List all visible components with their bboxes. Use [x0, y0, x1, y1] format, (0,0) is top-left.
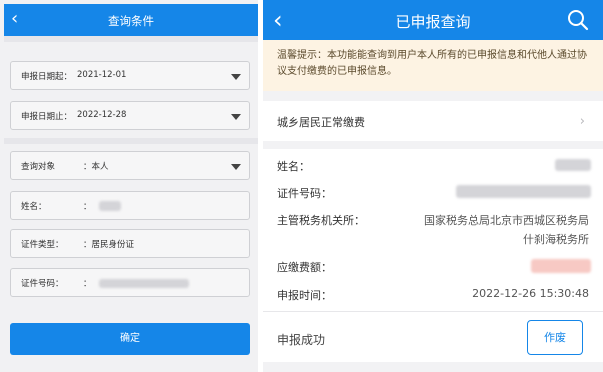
name-field[interactable]: 姓名： ： [10, 191, 250, 220]
redacted-name [555, 159, 591, 171]
dropdown-caret-icon [231, 114, 241, 120]
search-icon[interactable] [567, 9, 589, 31]
start-date-label: 申报日期起： [21, 72, 73, 82]
detail-time-label: 申报时间： [277, 289, 332, 302]
start-date-select[interactable]: 申报日期起： 2021-12-01 [10, 61, 250, 90]
query-target-label: 查询对象 [21, 162, 56, 172]
redacted-id-number [99, 279, 189, 288]
category-label: 城乡居民正常缴费 [277, 116, 365, 129]
id-number-label: 证件号码： [21, 279, 64, 289]
dropdown-caret-icon [231, 164, 241, 170]
start-date-value: 2021-12-01 [77, 70, 127, 80]
id-type-field: 证件类型： ：居民身份证 [10, 229, 250, 258]
id-type-value: ：居民身份证 [83, 240, 135, 250]
query-title: 查询条件 [108, 14, 154, 28]
confirm-button[interactable]: 确定 [10, 323, 250, 355]
end-date-select[interactable]: 申报日期止： 2022-12-28 [10, 101, 250, 130]
chevron-right-icon: › [579, 114, 585, 129]
detail-time-value: 2022-12-26 15:30:48 [472, 287, 589, 300]
name-colon: ： [83, 202, 92, 212]
detail-authority-label: 主管税务机关所： [277, 214, 365, 227]
header-divider [4, 36, 258, 42]
result-header: ‹ 已申报查询 [263, 0, 603, 40]
query-conditions-screen: ‹ 查询条件 申报日期起： 2021-12-01 申报日期止： 2022-12-… [0, 0, 258, 372]
redacted-name [99, 201, 121, 211]
divider [263, 311, 603, 312]
dropdown-caret-icon [231, 74, 241, 80]
section-gap [263, 91, 603, 101]
redacted-id-number [456, 185, 591, 198]
end-date-value: 2022-12-28 [77, 110, 127, 120]
id-type-label: 证件类型： [21, 240, 64, 250]
query-target-value: ：本人 [83, 162, 109, 172]
void-button[interactable]: 作废 [527, 320, 583, 355]
query-target-select[interactable]: 查询对象 ：本人 [10, 151, 250, 180]
category-row[interactable]: 城乡居民正常缴费 › [263, 101, 603, 141]
detail-authority-line2: 什刹海税务所 [523, 233, 589, 246]
id-number-field[interactable]: 证件号码： ： [10, 268, 250, 297]
query-header: ‹ 查询条件 [4, 4, 258, 36]
detail-name-label: 姓名： [277, 160, 310, 173]
end-date-label: 申报日期止： [21, 112, 73, 122]
detail-amount-label: 应缴费额： [277, 261, 332, 274]
result-title: 已申报查询 [395, 13, 471, 31]
redacted-amount [531, 259, 591, 273]
detail-authority-line1: 国家税务总局北京市西城区税务局 [424, 214, 589, 227]
bottom-gap [263, 362, 603, 372]
section-gap [263, 141, 603, 149]
name-label: 姓名： [21, 202, 47, 212]
section-divider [4, 138, 258, 144]
id-number-colon: ： [83, 279, 92, 289]
declared-query-screen: ‹ 已申报查询 温馨提示：本功能能查询到用户本人所有的已申报信息和代他人通过协议… [263, 0, 603, 372]
detail-id-label: 证件号码： [277, 187, 332, 200]
status-text: 申报成功 [277, 333, 326, 347]
notice-banner: 温馨提示：本功能能查询到用户本人所有的已申报信息和代他人通过协议支付缴费的已申报… [263, 40, 603, 91]
